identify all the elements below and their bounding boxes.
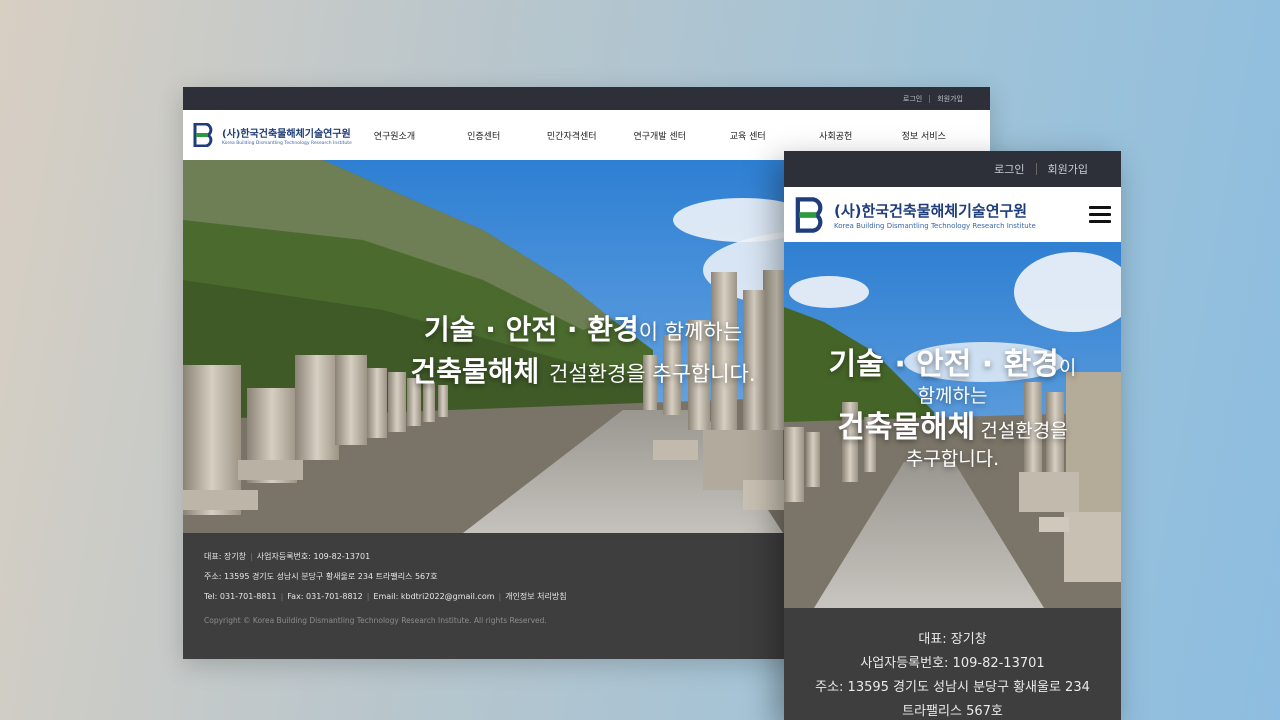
login-link[interactable]: 로그인 [896, 94, 929, 104]
logo-name-ko: (사)한국건축물해체기술연구원 [834, 201, 1028, 220]
footer-address-1: 주소: 13595 경기도 성남시 분당구 황새울로 234 [815, 680, 1090, 695]
hamburger-menu-icon[interactable] [1089, 206, 1111, 223]
hero-slogan: 기술 · 안전 · 환경이 함께하는 건축물해체 건설환경을 추구합니다. [383, 308, 783, 390]
hero-banner-mobile: 기술 · 안전 · 환경이 함께하는 건축물해체 건설환경을 추구합니다. [784, 242, 1121, 608]
logo-name-en: Korea Building Dismantling Technology Re… [834, 221, 1036, 230]
menu-item-social[interactable]: 사회공헌 [792, 129, 880, 142]
hero-slogan-mobile: 기술 · 안전 · 환경이 함께하는 건축물해체 건설환경을 추구합니다. [794, 346, 1111, 471]
privacy-policy-link[interactable]: 개인정보 처리방침 [505, 592, 566, 601]
logo-name-ko: (사)한국건축물해체기술연구원 [222, 128, 351, 140]
logo-mark-icon [193, 123, 213, 147]
signup-link[interactable]: 회원가입 [930, 94, 970, 104]
footer-email[interactable]: Email: kbdtri2022@gmail.com [373, 592, 494, 601]
hero-line1-main: 기술 · 안전 · 환경 [423, 313, 639, 346]
menu-item-education[interactable]: 교육 센터 [704, 129, 792, 142]
menu-item-research[interactable]: 연구개발 센터 [616, 129, 704, 142]
mobile-nav: (사)한국건축물해체기술연구원 Korea Building Dismantli… [784, 187, 1121, 242]
menu-item-info[interactable]: 정보 서비스 [880, 129, 968, 142]
footer-biz-no: 사업자등록번호: 109-82-13701 [256, 552, 371, 561]
logo-mark-icon [795, 196, 823, 233]
hero-line1-rest: 이 함께하는 [638, 320, 743, 344]
footer-address-2: 트라팰리스 567호 [902, 704, 1003, 719]
site-logo[interactable]: (사)한국건축물해체기술연구원 Korea Building Dismantli… [193, 123, 352, 147]
footer-tel: Tel: 031-701-8811 [204, 592, 277, 601]
utility-bar-mobile: 로그인 회원가입 [784, 151, 1121, 187]
site-logo-mobile[interactable]: (사)한국건축물해체기술연구원 Korea Building Dismantli… [795, 196, 1036, 233]
hero-line4: 추구합니다. [905, 448, 1000, 471]
footer-rep: 대표: 장기창 [204, 552, 247, 561]
mobile-mockup: 로그인 회원가입 (사)한국건축물해체기술연구원 Korea Building … [784, 151, 1121, 720]
hero-line3-rest: 건설환경을 [980, 419, 1068, 442]
login-link-mobile[interactable]: 로그인 [983, 161, 1035, 177]
menu-item-qualification[interactable]: 민간자격센터 [528, 129, 616, 142]
utility-bar: 로그인 회원가입 [183, 87, 990, 110]
footer-biz-no: 사업자등록번호: 109-82-13701 [860, 656, 1045, 671]
hero-line1-main: 기술 · 안전 · 환경 [828, 347, 1059, 382]
menu-bar: 연구원소개 인증센터 민간자격센터 연구개발 센터 교육 센터 사회공헌 정보 … [370, 129, 968, 142]
footer-fax: Fax: 031-701-8812 [287, 592, 363, 601]
footer-address: 주소: 13595 경기도 성남시 분당구 황새울로 234 트라팰리스 567… [204, 572, 438, 581]
logo-name-en: Korea Building Dismantling Technology Re… [222, 140, 352, 146]
menu-item-certification[interactable]: 인증센터 [440, 129, 528, 142]
hero-line2: 함께하는 [917, 385, 988, 408]
menu-item-about[interactable]: 연구원소개 [370, 129, 440, 142]
footer-rep: 대표: 장기창 [918, 632, 987, 647]
hero-line2-main: 건축물해체 [410, 355, 540, 388]
hero-line2-rest: 건설환경을 추구합니다. [549, 362, 756, 386]
hero-line1-rest: 이 [1058, 357, 1077, 379]
site-footer-mobile: 대표: 장기창 사업자등록번호: 109-82-13701 주소: 13595 … [784, 608, 1121, 720]
hero-line3-main: 건축물해체 [837, 409, 976, 445]
signup-link-mobile[interactable]: 회원가입 [1037, 161, 1099, 177]
